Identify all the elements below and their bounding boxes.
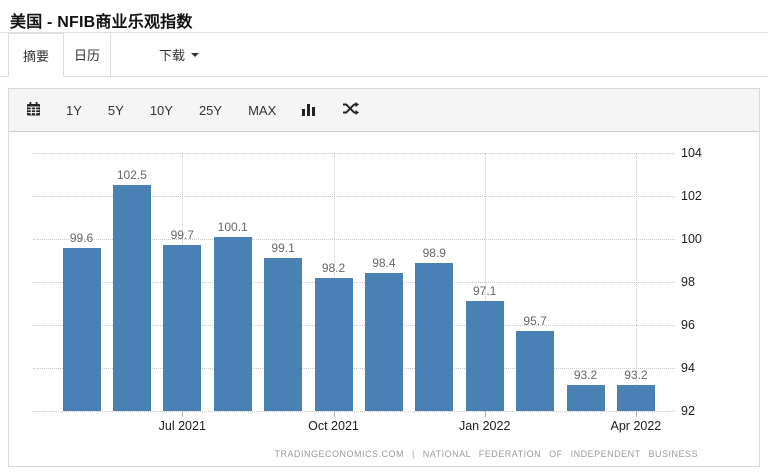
caret-down-icon (191, 52, 200, 57)
x-axis-tick (484, 411, 486, 417)
bar[interactable] (465, 301, 504, 411)
page-header: 美国 - NFIB商业乐观指数 (0, 0, 768, 33)
y-gridline (33, 411, 675, 412)
y-axis-label: 94 (681, 361, 695, 375)
bar-value-label: 97.1 (473, 284, 497, 298)
bar-value-label: 99.6 (69, 231, 94, 245)
x-axis-label: Apr 2022 (610, 419, 662, 433)
x-axis-label: Jan 2022 (458, 419, 511, 433)
tab-download-label: 下载 (159, 48, 186, 63)
chart-type-button[interactable] (302, 102, 316, 119)
tab-download[interactable]: 下载 (153, 33, 205, 76)
bar[interactable] (264, 258, 303, 411)
x-axis-tick (333, 411, 335, 417)
y-axis-label: 96 (681, 318, 695, 332)
y-axis-label: 98 (681, 275, 695, 289)
source-attribution: TRADINGECONOMICS.COM | NATIONAL FEDERATI… (274, 449, 698, 459)
bar[interactable] (314, 278, 353, 411)
range-5y-button[interactable]: 5Y (108, 103, 124, 118)
y-axis-label: 104 (681, 146, 702, 160)
bar-value-label: 99.7 (170, 228, 194, 242)
x-axis-tick (182, 411, 184, 417)
bar-value-label: 98.9 (422, 246, 446, 260)
x-axis-label: Oct 2021 (308, 419, 359, 433)
bar-value-label: 100.1 (217, 220, 248, 234)
column-chart-icon (302, 102, 316, 119)
bar-value-label: 99.1 (271, 241, 295, 255)
bar[interactable] (112, 185, 151, 411)
chart-toolbar: 1Y 5Y 10Y 25Y MAX (9, 89, 759, 132)
range-1y-button[interactable]: 1Y (66, 103, 82, 118)
tab-summary[interactable]: 摘要 (8, 33, 64, 77)
tab-summary-label: 摘要 (22, 48, 49, 64)
bar[interactable] (616, 385, 655, 411)
x-axis-tick (635, 411, 637, 417)
shuffle-icon (342, 102, 360, 118)
bar-value-label: 98.4 (372, 256, 396, 270)
bar-value-label: 102.5 (116, 168, 147, 182)
bar[interactable] (415, 263, 454, 411)
bar[interactable] (62, 248, 101, 411)
tab-calendar-label: 日历 (73, 48, 100, 63)
chart-canvas: 104 102 100 98 96 94 92 Jul 2021 Oct 2021 Jan 202… (9, 132, 759, 466)
y-axis-label: 102 (681, 189, 702, 203)
x-axis-label: Jul 2021 (158, 419, 206, 433)
y-axis-label: 100 (681, 232, 702, 246)
bar-value-label: 95.7 (523, 314, 547, 328)
bar[interactable] (566, 385, 605, 411)
bar-value-label: 98.2 (321, 261, 346, 275)
y-gridline (33, 153, 675, 154)
bar[interactable] (213, 237, 252, 411)
bar[interactable] (516, 331, 555, 411)
bar-value-label: 93.2 (573, 368, 598, 382)
calendar-icon (27, 101, 40, 119)
bar-value-label: 93.2 (624, 368, 648, 382)
compare-button[interactable] (342, 102, 360, 118)
calendar-button[interactable] (27, 101, 40, 119)
range-max-button[interactable]: MAX (248, 103, 276, 118)
range-10y-button[interactable]: 10Y (150, 103, 173, 118)
bar[interactable] (364, 273, 403, 411)
range-25y-button[interactable]: 25Y (199, 103, 222, 118)
tab-bar: 摘要 日历 下载 (0, 33, 768, 77)
y-axis-label: 92 (681, 404, 695, 418)
tab-calendar[interactable]: 日历 (64, 33, 111, 76)
page-title: 美国 - NFIB商业乐观指数 (10, 14, 193, 31)
chart-container: 1Y 5Y 10Y 25Y MAX 104 102 100 98 96 94 9… (8, 88, 760, 467)
bar[interactable] (163, 245, 202, 411)
